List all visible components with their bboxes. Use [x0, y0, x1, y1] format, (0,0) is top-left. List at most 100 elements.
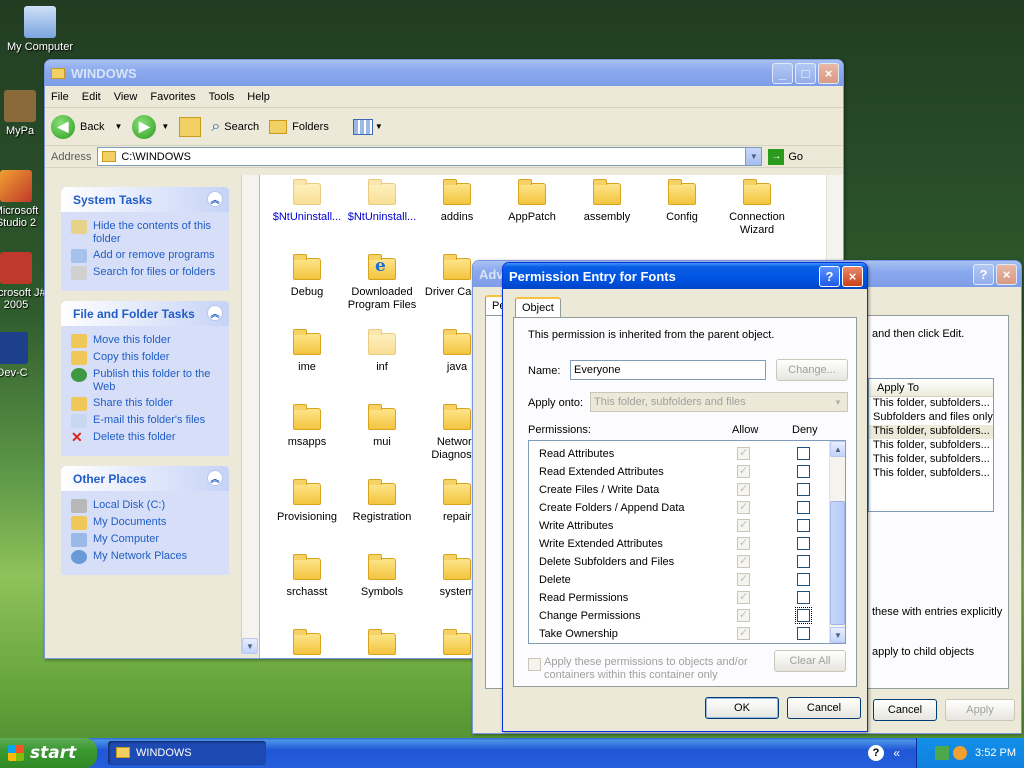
tray-expand-icon[interactable]: «	[893, 746, 900, 760]
scroll-down-button[interactable]: ▼	[242, 638, 258, 654]
place-my-network[interactable]: My Network Places	[71, 550, 221, 564]
folder-item[interactable]	[270, 629, 344, 661]
adv-cancel-button[interactable]: Cancel	[873, 699, 937, 721]
folder-item[interactable]: Debug	[270, 254, 344, 299]
permission-titlebar[interactable]: Permission Entry for Fonts ? ×	[503, 263, 867, 289]
folder-item[interactable]: Config	[645, 179, 719, 224]
task-pane-scrollbar[interactable]: ▼	[241, 175, 259, 654]
permissions-scrollbar[interactable]: ▲ ▼	[829, 441, 845, 643]
allow-checkbox[interactable]	[737, 482, 750, 496]
folder-item[interactable]: inf	[345, 329, 419, 374]
folder-item[interactable]: Symbols	[345, 554, 419, 599]
folder-item[interactable]: Downloaded Program Files	[345, 254, 419, 312]
deny-checkbox[interactable]	[797, 537, 810, 550]
clear-all-button[interactable]: Clear All	[774, 650, 846, 672]
allow-checkbox[interactable]	[737, 446, 750, 460]
tab-object[interactable]: Object	[515, 297, 561, 318]
back-button[interactable]: ◀ Back ▼	[51, 114, 122, 139]
menu-tools[interactable]: Tools	[209, 91, 235, 103]
search-button[interactable]: ⌕ Search	[211, 118, 259, 136]
allow-checkbox[interactable]	[737, 536, 750, 550]
scroll-thumb[interactable]	[830, 501, 845, 625]
help-button[interactable]: ?	[819, 266, 840, 287]
views-button[interactable]: ▼	[352, 118, 383, 135]
collapse-icon[interactable]: ︽	[207, 470, 223, 486]
folder-item[interactable]	[345, 629, 419, 661]
folder-item[interactable]: $NtUninstall...	[345, 179, 419, 224]
name-field[interactable]: Everyone	[570, 360, 766, 380]
maximize-button[interactable]: □	[795, 63, 816, 84]
forward-button[interactable]: ▶ ▼	[132, 114, 169, 139]
collapse-icon[interactable]: ︽	[207, 191, 223, 207]
menu-file[interactable]: File	[51, 91, 69, 103]
start-button[interactable]: start	[0, 738, 97, 768]
apply-to-row[interactable]: This folder, subfolders...	[869, 453, 993, 467]
folders-button[interactable]: Folders	[269, 119, 329, 134]
menu-favorites[interactable]: Favorites	[150, 91, 195, 103]
menu-edit[interactable]: Edit	[82, 91, 101, 103]
system-tasks-header[interactable]: System Tasks ︽	[61, 187, 229, 212]
folder-item[interactable]: srchasst	[270, 554, 344, 599]
place-local-disk[interactable]: Local Disk (C:)	[71, 499, 221, 513]
apply-to-row[interactable]: This folder, subfolders...	[869, 397, 993, 411]
desktop-icon-mypa[interactable]: MyPa	[0, 90, 50, 137]
task-share-folder[interactable]: Share this folder	[71, 397, 221, 411]
deny-checkbox[interactable]	[797, 447, 810, 460]
apply-to-row[interactable]: This folder, subfolders...	[869, 467, 993, 481]
adv-apply-button[interactable]: Apply	[945, 699, 1015, 721]
apply-onto-select[interactable]: This folder, subfolders and files ▼	[590, 392, 848, 412]
desktop-icon-my-computer[interactable]: My Computer	[0, 6, 80, 53]
deny-checkbox[interactable]	[795, 607, 812, 624]
up-folder-button[interactable]	[179, 116, 202, 137]
allow-checkbox[interactable]	[737, 608, 750, 622]
desktop-icon-jsharp[interactable]: Microsoft J# 2005	[0, 252, 48, 311]
help-icon[interactable]: ?	[868, 745, 884, 761]
allow-checkbox[interactable]	[737, 626, 750, 640]
folder-item[interactable]: msapps	[270, 404, 344, 449]
task-email-files[interactable]: E-mail this folder's files	[71, 414, 221, 428]
task-search-files[interactable]: Search for files or folders	[71, 266, 221, 280]
apply-to-children-checkbox[interactable]	[528, 658, 541, 671]
file-folder-tasks-header[interactable]: File and Folder Tasks ︽	[61, 301, 229, 326]
place-my-computer[interactable]: My Computer	[71, 533, 221, 547]
allow-checkbox[interactable]	[737, 500, 750, 514]
other-places-header[interactable]: Other Places ︽	[61, 466, 229, 491]
folder-item[interactable]: mui	[345, 404, 419, 449]
cancel-button[interactable]: Cancel	[787, 697, 861, 719]
folder-item[interactable]: AppPatch	[495, 179, 569, 224]
task-hide-contents[interactable]: Hide the contents of this folder	[71, 220, 221, 246]
allow-checkbox[interactable]	[737, 518, 750, 532]
close-button[interactable]: ×	[818, 63, 839, 84]
apply-to-header[interactable]: Apply To	[869, 379, 993, 397]
task-publish-web[interactable]: Publish this folder to the Web	[71, 368, 221, 394]
task-add-remove-programs[interactable]: Add or remove programs	[71, 249, 221, 263]
folder-item[interactable]: Connection Wizard	[720, 179, 794, 237]
search-icon[interactable]	[953, 746, 968, 760]
folder-item[interactable]: Registration	[345, 479, 419, 524]
allow-checkbox[interactable]	[737, 554, 750, 568]
close-button[interactable]: ×	[996, 264, 1017, 285]
taskbar-windows-button[interactable]: WINDOWS	[108, 741, 266, 765]
allow-checkbox[interactable]	[737, 590, 750, 604]
task-move-folder[interactable]: Move this folder	[71, 334, 221, 348]
menu-view[interactable]: View	[114, 91, 138, 103]
allow-checkbox[interactable]	[737, 464, 750, 478]
apply-to-row[interactable]: This folder, subfolders...	[869, 425, 993, 439]
apply-to-row[interactable]: This folder, subfolders...	[869, 439, 993, 453]
folder-item[interactable]: assembly	[570, 179, 644, 224]
scroll-up-button[interactable]: ▲	[830, 441, 845, 457]
task-delete-folder[interactable]: ✕ Delete this folder	[71, 430, 221, 445]
apply-to-row[interactable]: Subfolders and files only	[869, 411, 993, 425]
deny-checkbox[interactable]	[797, 501, 810, 514]
menu-help[interactable]: Help	[247, 91, 270, 103]
folder-item[interactable]: addins	[420, 179, 494, 224]
help-button[interactable]: ?	[973, 264, 994, 285]
place-my-documents[interactable]: My Documents	[71, 516, 221, 530]
deny-checkbox[interactable]	[797, 591, 810, 604]
address-input[interactable]: C:\WINDOWS ▼	[97, 147, 763, 166]
scroll-down-button[interactable]: ▼	[830, 627, 845, 643]
desktop-icon-devc[interactable]: Dev-C	[0, 332, 44, 379]
task-copy-folder[interactable]: Copy this folder	[71, 351, 221, 365]
address-dropdown-button[interactable]: ▼	[745, 148, 762, 165]
close-button[interactable]: ×	[842, 266, 863, 287]
